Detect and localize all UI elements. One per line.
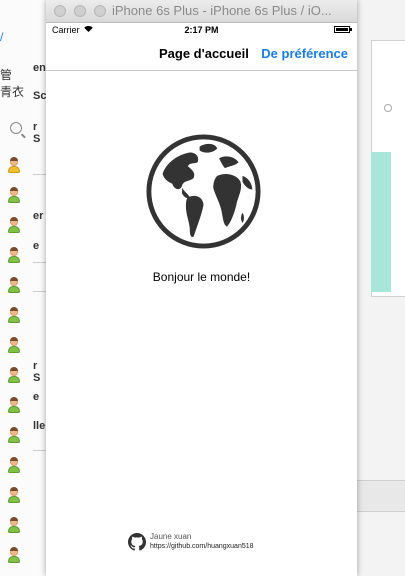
user-avatar-icon[interactable] [6,157,22,174]
simulator-window: iPhone 6s Plus - iPhone 6s Plus / iO... … [46,0,357,576]
user-avatar-icon[interactable] [6,397,22,414]
background-row-text: e [33,391,40,403]
background-app-panel: / 管 青衣 en Sc r S er e r S e lle [0,0,48,576]
minimize-window-button[interactable] [74,5,86,17]
user-avatar-icon[interactable] [6,367,22,384]
background-row-text: Sc [33,90,47,102]
background-row-text: en [33,62,46,74]
github-footer[interactable]: Jaune xuan https://github.com/huangxuan5… [128,532,288,556]
battery-icon [334,26,352,33]
close-window-button[interactable] [54,5,66,17]
background-right-panel [357,0,405,576]
background-row-text: lle [33,420,46,432]
navigation-bar: Page d'accueil De préférence [46,38,357,71]
author-name: Jaune xuan [150,532,192,541]
user-avatar-icon[interactable] [6,457,22,474]
window-title: iPhone 6s Plus - iPhone 6s Plus / iO... [112,3,332,18]
github-icon [128,533,146,551]
background-label: 青衣 [0,85,25,99]
user-avatar-icon[interactable] [6,517,22,534]
user-avatar-icon[interactable] [6,547,22,564]
user-avatar-icon[interactable] [6,337,22,354]
background-arrow: / [0,30,4,44]
user-avatar-icon[interactable] [6,187,22,204]
background-row-text: er [33,210,44,222]
background-label: 管 [0,68,13,82]
status-time: 2:17 PM [184,25,219,35]
background-bar [357,480,405,512]
background-row-text: r S [33,360,41,384]
status-bar: Carrier 2:17 PM [46,22,357,38]
user-avatar-icon[interactable] [6,247,22,264]
page-title: Page d'accueil [159,46,249,61]
zoom-window-button[interactable] [94,5,106,17]
globe-icon [146,134,261,249]
preferences-button[interactable]: De préférence [261,46,348,61]
background-row-text: e [33,240,40,252]
user-avatar-icon[interactable] [6,427,22,444]
window-titlebar: iPhone 6s Plus - iPhone 6s Plus / iO... [46,0,357,23]
greeting-text: Bonjour le monde! [152,270,251,284]
user-avatar-icon[interactable] [6,277,22,294]
background-row-text: r S [33,121,41,145]
background-highlight [371,152,391,292]
slider-knob[interactable] [384,104,392,112]
user-avatar-icon[interactable] [6,487,22,504]
github-url-link[interactable]: https://github.com/huangxuan518 [150,543,254,550]
user-avatar-icon[interactable] [6,307,22,324]
search-icon[interactable] [10,122,22,134]
user-avatar-icon[interactable] [6,217,22,234]
